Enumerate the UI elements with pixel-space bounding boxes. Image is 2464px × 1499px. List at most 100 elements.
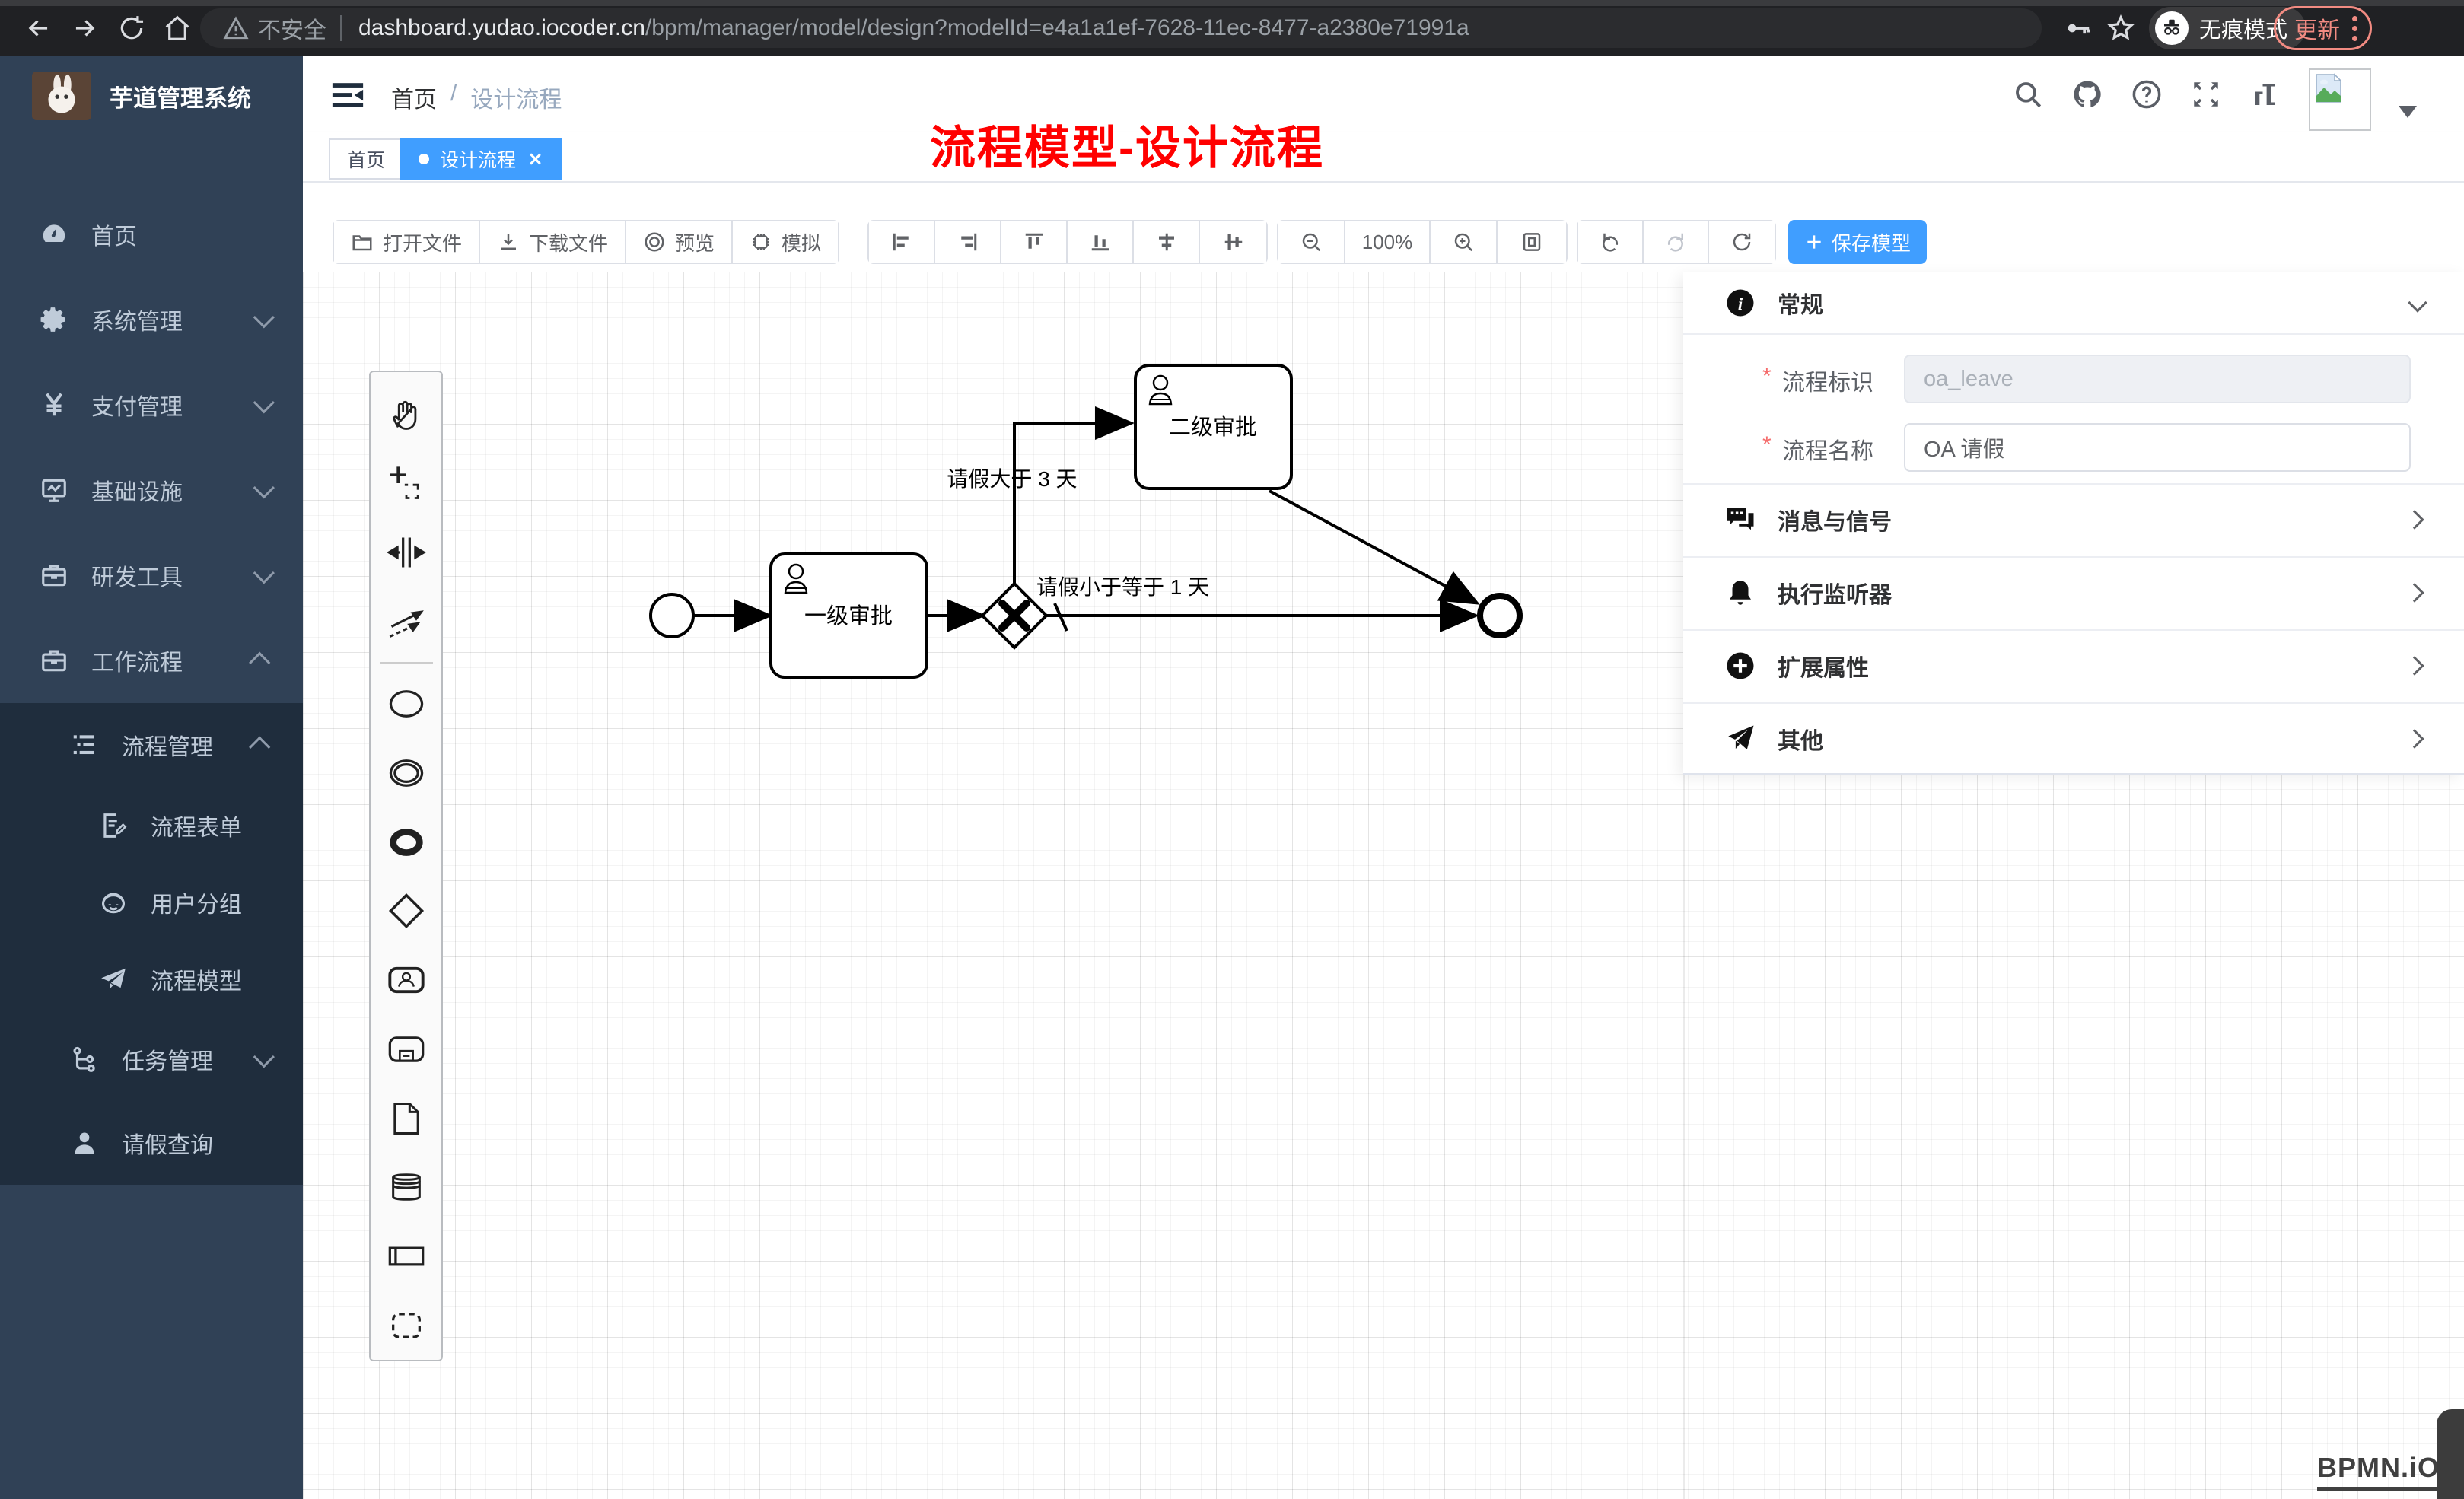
- space-tool[interactable]: [371, 517, 441, 587]
- sidebar-item-process-mgmt[interactable]: 流程管理: [0, 703, 303, 787]
- create-user-task[interactable]: [371, 946, 441, 1015]
- breadcrumb-home[interactable]: 首页: [391, 81, 437, 114]
- simulate-button[interactable]: 模拟: [733, 221, 838, 263]
- org-tree-icon: [70, 1045, 99, 1074]
- sidebar-item-process-model[interactable]: 流程模型: [0, 940, 303, 1017]
- download-file-label: 下载文件: [529, 228, 608, 256]
- sidebar-item-user-group[interactable]: 用户分组: [0, 864, 303, 940]
- list-tree-icon: [70, 730, 99, 759]
- sidebar-item-process-form[interactable]: 流程表单: [0, 787, 303, 864]
- fullscreen-icon[interactable]: [2190, 78, 2222, 110]
- undo-button[interactable]: [1578, 221, 1644, 263]
- active-tab-dot: [419, 154, 429, 164]
- align-hcenter-button[interactable]: [1200, 221, 1266, 263]
- browser-back-icon[interactable]: [20, 9, 58, 47]
- sidebar-item-label: 任务管理: [122, 1042, 213, 1076]
- sidebar-item-pay[interactable]: 支付管理: [0, 362, 303, 447]
- lasso-tool[interactable]: [371, 449, 441, 518]
- space-tool-icon: [387, 533, 426, 572]
- browser-home-icon[interactable]: [158, 9, 196, 47]
- create-gateway[interactable]: [371, 877, 441, 946]
- app-logo[interactable]: 芋道管理系统: [0, 56, 303, 135]
- process-name-input[interactable]: [1904, 423, 2411, 472]
- document-edit-icon: [99, 811, 128, 840]
- sidebar-item-system[interactable]: 系统管理: [0, 277, 303, 362]
- sidebar-item-home[interactable]: 首页: [0, 192, 303, 277]
- flow-label-le1[interactable]: 请假小于等于 1 天: [1036, 575, 1209, 599]
- bpmn-io-logo[interactable]: BPMN.iO: [2317, 1452, 2440, 1491]
- create-end-event[interactable]: [371, 807, 441, 877]
- sidebar-item-leave-query[interactable]: 请假查询: [0, 1101, 303, 1185]
- section-label: 常规: [1778, 286, 1823, 320]
- zoom-level: 100%: [1345, 221, 1431, 263]
- sidebar-item-workflow[interactable]: 工作流程: [0, 618, 303, 703]
- align-left-button[interactable]: [869, 221, 935, 263]
- create-data-object[interactable]: [371, 1084, 441, 1153]
- open-file-button[interactable]: 打开文件: [334, 221, 480, 263]
- browser-forward-icon[interactable]: [65, 9, 103, 47]
- align-vcenter-button[interactable]: [1134, 221, 1200, 263]
- section-extended-attrs[interactable]: 扩展属性: [1683, 629, 2464, 702]
- svg-text:i: i: [1738, 294, 1743, 313]
- global-connect-tool[interactable]: [371, 587, 441, 656]
- section-general[interactable]: i 常规: [1683, 272, 2464, 333]
- align-top-button[interactable]: [1001, 221, 1068, 263]
- process-key-field: * 流程标识: [1683, 355, 2464, 403]
- github-icon[interactable]: [2071, 78, 2103, 110]
- browser-reload-icon[interactable]: [113, 9, 151, 47]
- required-marker: *: [1762, 364, 1772, 390]
- sidebar-collapse-icon[interactable]: [330, 78, 365, 113]
- zoom-reset-button[interactable]: [1498, 221, 1566, 263]
- sidebar-item-task-mgmt[interactable]: 任务管理: [0, 1017, 303, 1101]
- close-icon[interactable]: [527, 151, 543, 167]
- align-bottom-button[interactable]: [1068, 221, 1134, 263]
- briefcase-icon: [40, 561, 68, 590]
- address-bar[interactable]: 不安全 dashboard.yudao.iocoder.cn/bpm/manag…: [200, 8, 2042, 48]
- sidebar-item-infra[interactable]: 基础设施: [0, 447, 303, 533]
- create-participant[interactable]: [371, 1222, 441, 1291]
- password-key-icon[interactable]: [2059, 9, 2097, 47]
- search-icon[interactable]: [2012, 78, 2044, 110]
- section-message-signal[interactable]: 消息与信号: [1683, 483, 2464, 556]
- paper-plane-icon: [99, 965, 128, 994]
- browser-menu-kebab-icon[interactable]: [2352, 16, 2357, 41]
- flow-task2-to-end[interactable]: [1269, 491, 1475, 602]
- redo-button[interactable]: [1644, 221, 1709, 263]
- tab-home[interactable]: 首页: [329, 138, 403, 180]
- font-size-icon[interactable]: [2249, 78, 2281, 110]
- preview-button[interactable]: 预览: [626, 221, 733, 263]
- zoom-in-button[interactable]: [1431, 221, 1498, 263]
- save-model-button[interactable]: 保存模型: [1788, 220, 1927, 264]
- bookmark-star-icon[interactable]: [2102, 9, 2140, 47]
- user-task-level1[interactable]: 一级审批: [771, 554, 927, 677]
- hand-tool[interactable]: [371, 380, 441, 449]
- create-intermediate-event[interactable]: [371, 739, 441, 808]
- create-subprocess[interactable]: [371, 1014, 441, 1084]
- sidebar-item-devtools[interactable]: 研发工具: [0, 533, 303, 618]
- url-host: dashboard.yudao.iocoder.cn: [358, 15, 645, 41]
- user-task-level2[interactable]: 二级审批: [1135, 365, 1291, 489]
- create-start-event[interactable]: [371, 670, 441, 739]
- restart-button[interactable]: [1709, 221, 1775, 263]
- align-right-button[interactable]: [935, 221, 1001, 263]
- tab-design-process[interactable]: 设计流程: [400, 138, 562, 180]
- end-event[interactable]: [1480, 596, 1520, 635]
- flow-gateway-to-task2[interactable]: [1014, 423, 1129, 584]
- security-label: 不安全: [258, 11, 326, 45]
- user-avatar[interactable]: [2309, 68, 2371, 131]
- help-icon[interactable]: [2131, 78, 2163, 110]
- section-other[interactable]: 其他: [1683, 702, 2464, 775]
- avatar-caret-icon[interactable]: [2399, 106, 2417, 118]
- process-key-input[interactable]: [1904, 355, 2411, 403]
- create-data-store[interactable]: [371, 1153, 441, 1222]
- section-execution-listener[interactable]: 执行监听器: [1683, 556, 2464, 629]
- create-group[interactable]: [371, 1291, 441, 1360]
- browser-update-button[interactable]: 更新: [2274, 6, 2372, 50]
- flow-label-gt3[interactable]: 请假大于 3 天: [947, 467, 1077, 491]
- zoom-out-button[interactable]: [1278, 221, 1345, 263]
- start-event[interactable]: [651, 594, 693, 637]
- panel-divider: [1683, 333, 2464, 335]
- corner-widget[interactable]: [2437, 1409, 2464, 1499]
- task1-label: 一级审批: [804, 603, 893, 629]
- download-file-button[interactable]: 下载文件: [480, 221, 626, 263]
